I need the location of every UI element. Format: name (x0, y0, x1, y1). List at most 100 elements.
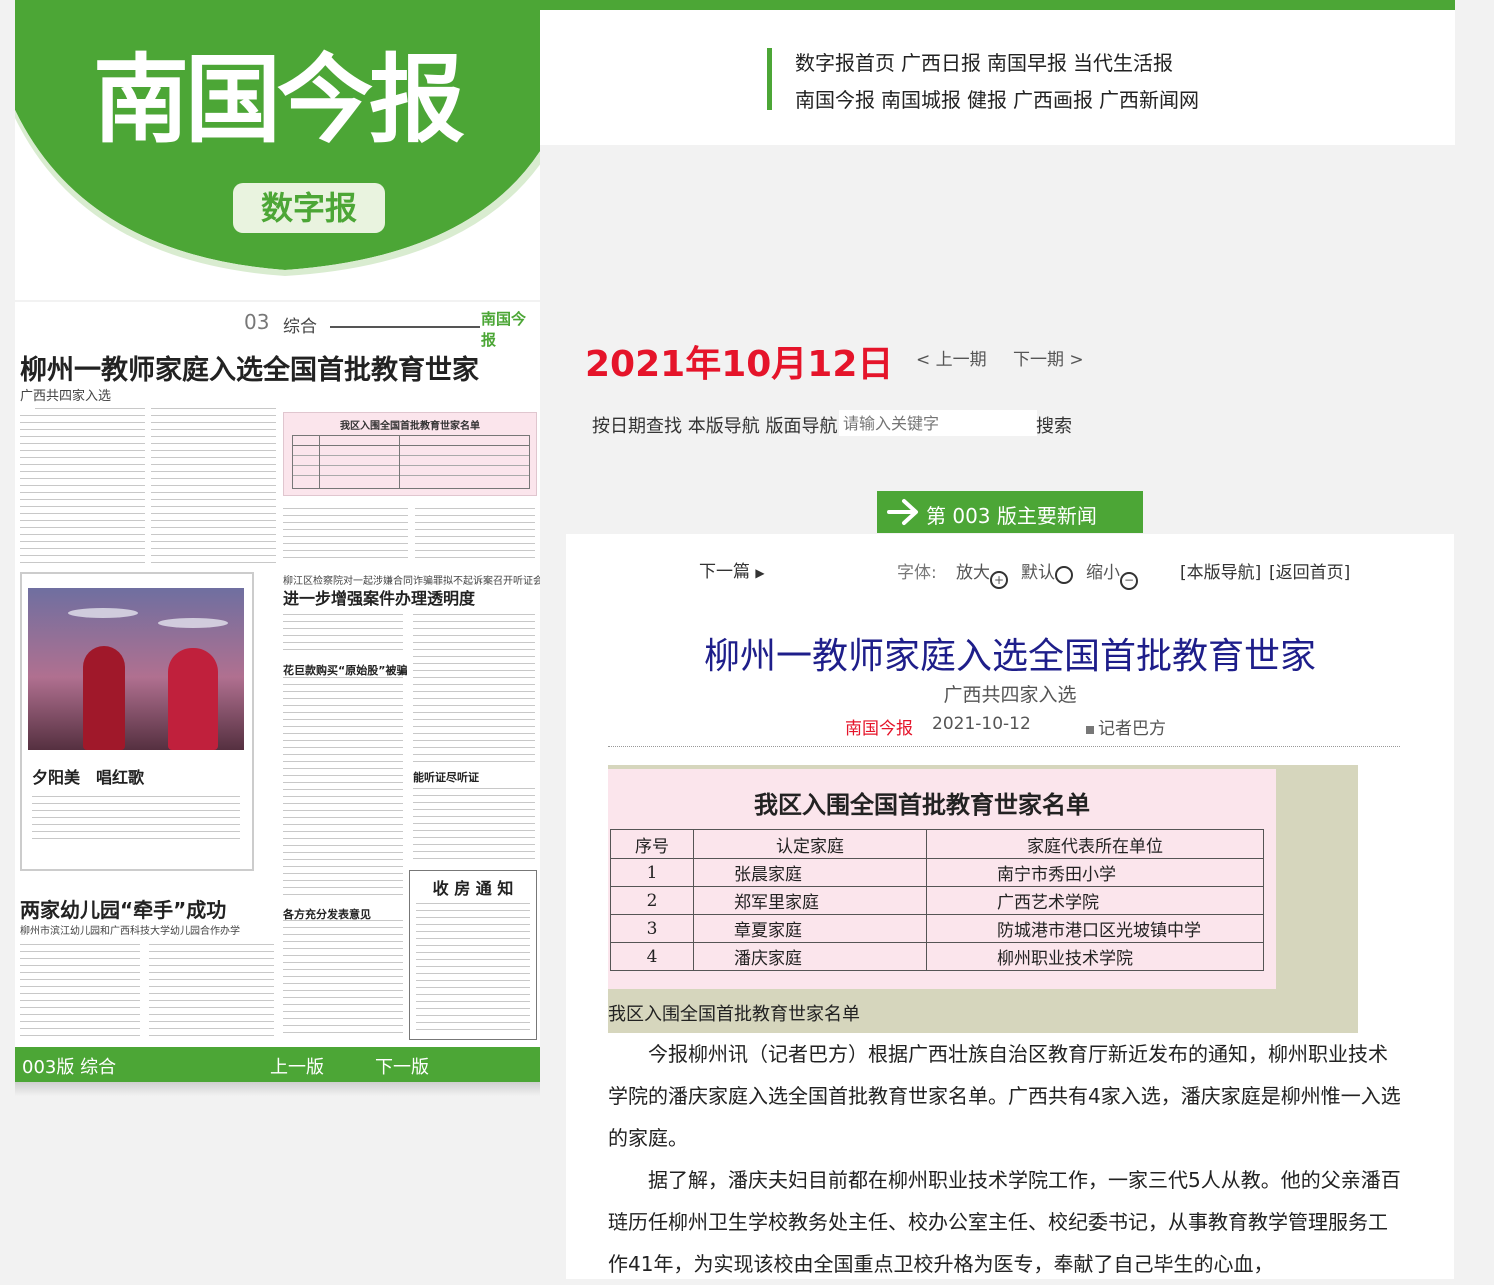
paper-story2-sub2: 能听证尽听证 (413, 771, 479, 784)
article-author: 记者巴方 (1098, 719, 1166, 739)
paper-story3-subhead: 柳州市滨江幼儿园和广西科技大学幼儿园合作办学 (20, 926, 240, 937)
search-button[interactable]: 搜索 (1036, 412, 1072, 438)
table-header-cell: 认定家庭 (693, 829, 927, 859)
plus-circle-icon: + (990, 571, 1008, 589)
table-cell: 柳州职业技术学院 (926, 942, 1264, 971)
logo-title: 南国今报 (93, 43, 465, 156)
paper-masthead: 南国今报 (481, 310, 527, 349)
table-cell: 潘庆家庭 (693, 942, 927, 971)
header-nav-panel (540, 10, 1455, 145)
article-author-line: 记者巴方 (1086, 714, 1166, 739)
table-cell: 章夏家庭 (693, 914, 927, 943)
table-cell: 2 (610, 886, 694, 915)
layout-nav-link[interactable]: 版面导航 (765, 416, 837, 437)
nav-link-digital-home[interactable]: 数字报首页 (795, 51, 895, 75)
paper-photo-caption: 夕阳美 唱红歌 (32, 768, 145, 787)
table-cell: 1 (610, 858, 694, 887)
font-shrink-label: 缩小 (1086, 563, 1120, 583)
main-news-tab[interactable]: 第 003 版主要新闻 (877, 491, 1143, 533)
main-news-tab-label: 第 003 版主要新闻 (926, 504, 1097, 528)
prev-issue-link[interactable]: < 上一期 (916, 345, 987, 370)
nav-link-guangxi-daily[interactable]: 广西日报 (901, 51, 981, 75)
article-meta-divider (608, 746, 1400, 747)
paper-story2-sub3: 各方充分发表意见 (283, 908, 371, 921)
paper-photo-frame: 夕阳美 唱红歌 (20, 572, 254, 871)
nav-link-life-news[interactable]: 当代生活报 (1073, 51, 1173, 75)
top-nav-row-1: 数字报首页 广西日报 南国早报 当代生活报 (795, 47, 1179, 76)
font-default-button[interactable]: 默认 (1021, 558, 1073, 584)
table-cell: 4 (610, 942, 694, 971)
next-issue-link[interactable]: 下一期 > (1013, 345, 1084, 370)
paper-footer-page: 003版 综合 (22, 1057, 117, 1078)
table-cell: 郑军里家庭 (693, 886, 927, 915)
font-default-label: 默认 (1021, 563, 1055, 583)
prev-page-link[interactable]: 上一版 (270, 1053, 324, 1079)
table-row: 3 章夏家庭 防城港市港口区光坡镇中学 (610, 914, 1264, 943)
table-row: 4 潘庆家庭 柳州职业技术学院 (610, 942, 1264, 971)
families-table: 序号 认定家庭 家庭代表所在单位 1 张晨家庭 南宁市秀田小学 2 郑军里家庭 … (610, 829, 1264, 971)
table-row: 1 张晨家庭 南宁市秀田小学 (610, 858, 1264, 887)
paper-story2-title[interactable]: 进一步增强案件办理透明度 (283, 585, 475, 609)
next-article-link[interactable]: 下一篇 ▶ (699, 557, 765, 582)
article-title: 柳州一教师家庭入选全国首批教育世家 (703, 636, 1316, 677)
page-nav-link[interactable]: 本版导航 (688, 416, 760, 437)
newspaper-page-image[interactable]: 03 综合 南国今报 柳州一教师家庭入选全国首批教育世家 广西共四家入选 我区入… (15, 302, 540, 1047)
logo-subtitle: 数字报 (233, 183, 385, 233)
image-caption: 我区入围全国首批教育世家名单 (608, 1004, 860, 1025)
article-subtitle: 广西共四家入选 (943, 684, 1077, 706)
nav-link-guangxi-pictorial[interactable]: 广西画报 (1013, 88, 1093, 112)
tool-links: 按日期查找 本版导航 版面导航 (592, 412, 837, 438)
paper-footer-bar: 003版 综合 上一版 下一版 (15, 1047, 540, 1082)
table-header-cell: 序号 (610, 829, 694, 859)
article-paragraph: 据了解，潘庆夫妇目前都在柳州职业技术学院工作，一家三代5人从教。他的父亲潘百琏历… (608, 1168, 1401, 1276)
font-size-label: 字体: (897, 563, 937, 583)
table-header-cell: 家庭代表所在单位 (926, 829, 1264, 859)
nav-link-guangxi-news[interactable]: 广西新闻网 (1099, 88, 1199, 112)
paper-shadow (15, 1082, 540, 1096)
paper-story2-sub1: 花巨款购买“原始股”被骗 (283, 664, 408, 677)
minus-circle-icon: − (1120, 572, 1138, 590)
table-cell: 广西艺术学院 (926, 886, 1264, 915)
table-cell: 3 (610, 914, 694, 943)
date-search-link[interactable]: 按日期查找 (592, 416, 682, 437)
issue-date: 2021年10月12日 (585, 344, 894, 385)
square-bullet-icon (1086, 726, 1094, 734)
paper-notice-title: 收 房 通 知 (432, 879, 514, 898)
table-image-title: 我区入围全国首批教育世家名单 (754, 790, 1090, 819)
next-article-label: 下一篇 (699, 562, 750, 582)
font-shrink-button[interactable]: 缩小 − (1086, 558, 1138, 590)
top-accent-bar (540, 0, 1455, 10)
font-enlarge-button[interactable]: 放大 + (956, 558, 1008, 589)
article-image[interactable]: 我区入围全国首批教育世家名单 序号 认定家庭 家庭代表所在单位 1 张晨家庭 南… (608, 769, 1276, 989)
nav-divider (767, 48, 772, 110)
next-page-link[interactable]: 下一版 (375, 1053, 429, 1079)
paper-photo (28, 588, 244, 750)
nav-link-nanguo-morning[interactable]: 南国早报 (987, 51, 1067, 75)
nav-link-nanguo-today[interactable]: 南国今报 (795, 88, 875, 112)
paper-rule (330, 326, 480, 328)
paper-notice-box: 收 房 通 知 (409, 870, 537, 1040)
page-nav-bracket-link[interactable]: [本版导航] (1180, 558, 1261, 583)
paper-table-box: 我区入围全国首批教育世家名单 (283, 412, 537, 496)
font-enlarge-label: 放大 (956, 563, 990, 583)
back-home-link[interactable]: [返回首页] (1269, 558, 1350, 583)
paper-story3-title[interactable]: 两家幼儿园“牵手”成功 (20, 894, 226, 923)
table-header-row: 序号 认定家庭 家庭代表所在单位 (610, 829, 1264, 859)
paper-section: 综合 (283, 317, 317, 337)
paper-table-grid (292, 435, 530, 489)
table-cell: 防城港市港口区光坡镇中学 (926, 914, 1264, 943)
table-row: 2 郑军里家庭 广西艺术学院 (610, 886, 1264, 915)
top-nav-row-2: 南国今报 南国城报 健报 广西画报 广西新闻网 (795, 84, 1205, 113)
nav-link-health[interactable]: 健报 (967, 88, 1007, 112)
paper-page-number: 03 (244, 310, 270, 334)
article-source: 南国今报 (845, 719, 913, 739)
paper-headline[interactable]: 柳州一教师家庭入选全国首批教育世家 (20, 348, 479, 387)
paper-table-title: 我区入围全国首批教育世家名单 (340, 421, 480, 432)
site-logo[interactable]: 南国今报 数字报 (15, 0, 540, 300)
nav-link-nanguo-city[interactable]: 南国城报 (881, 88, 961, 112)
search-input[interactable] (839, 410, 1037, 436)
caret-right-icon: ▶ (755, 566, 765, 580)
circle-icon (1055, 566, 1073, 584)
article-date: 2021-10-12 (932, 714, 1031, 734)
table-cell: 张晨家庭 (693, 858, 927, 887)
